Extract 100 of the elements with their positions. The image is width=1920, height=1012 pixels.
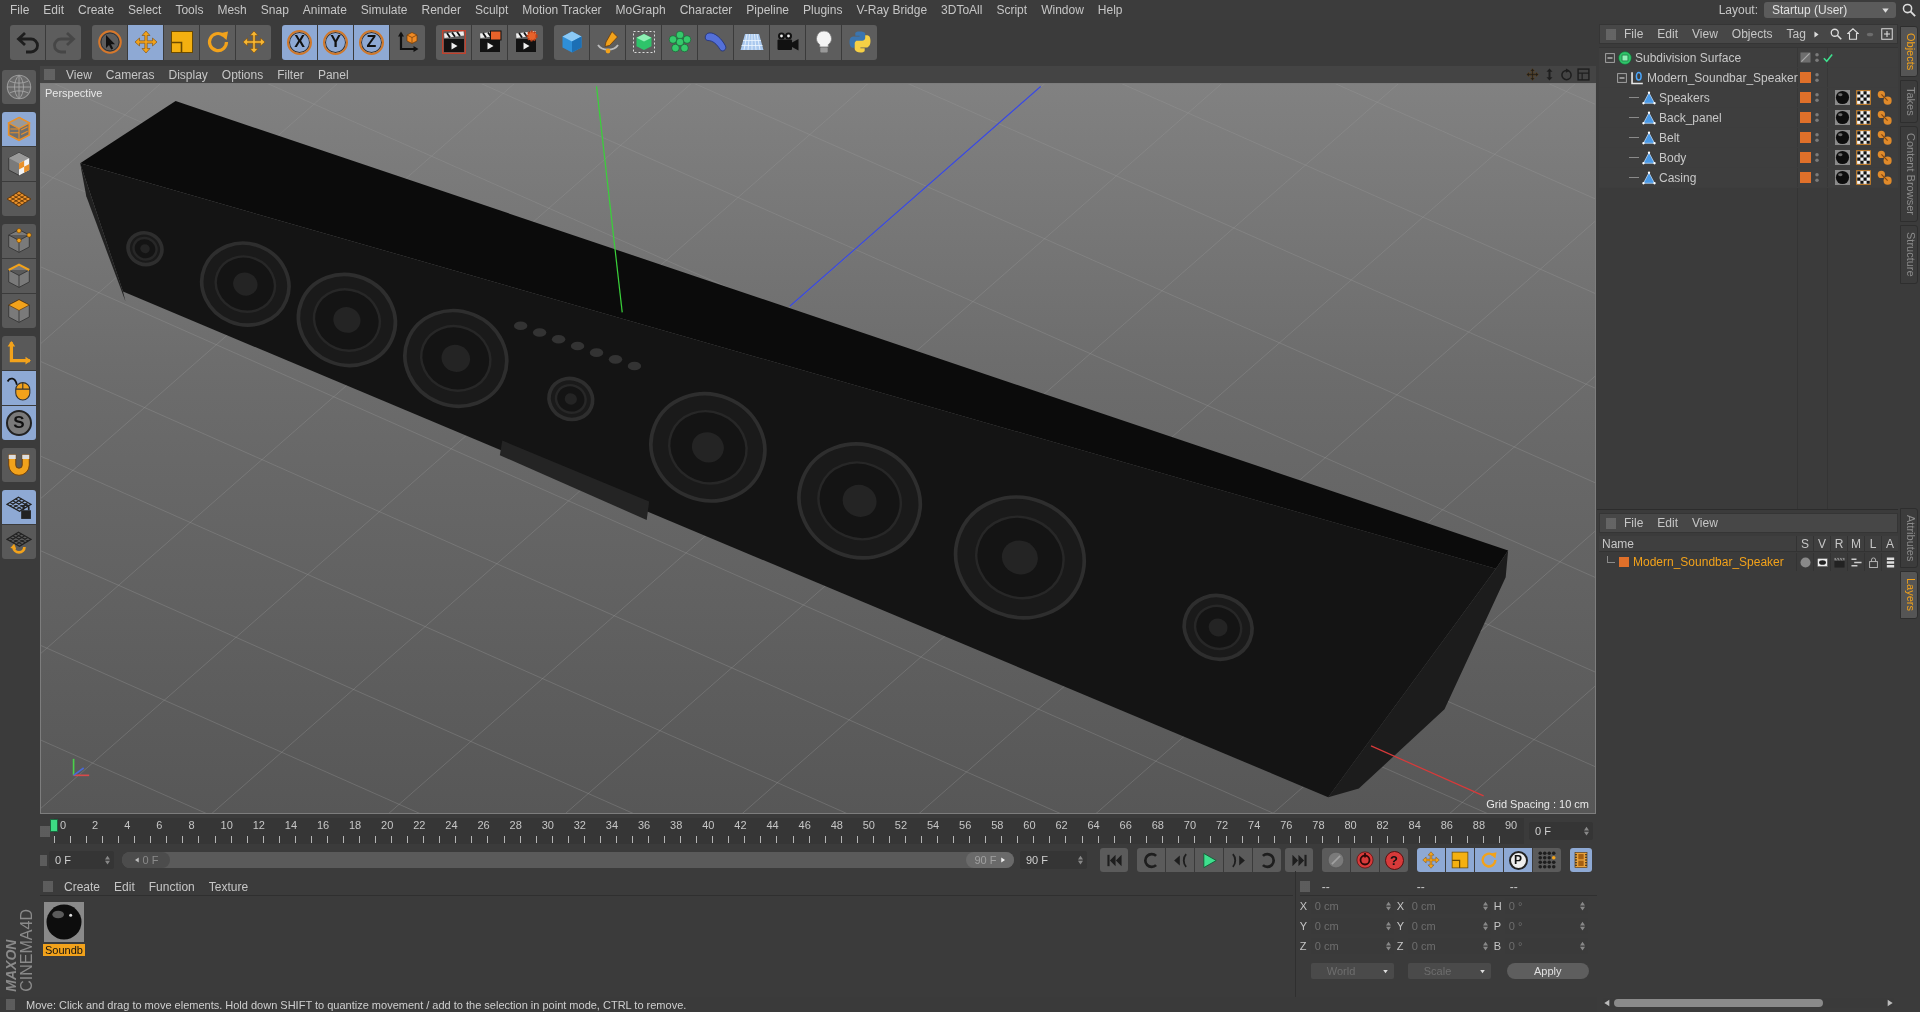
layer-color-swatch[interactable] — [1800, 72, 1811, 83]
layer-color-swatch[interactable] — [1800, 92, 1811, 103]
smoothing-tag-icon[interactable] — [1877, 110, 1892, 125]
no-layer-icon[interactable] — [1800, 52, 1811, 63]
layout-dropdown[interactable]: Startup (User) — [1764, 2, 1896, 18]
object-name[interactable]: Back_panel — [1659, 110, 1722, 125]
end-frame-field[interactable]: 90 F — [1020, 851, 1087, 869]
axis-mode-button[interactable] — [2, 336, 36, 370]
menu-item[interactable]: View — [59, 66, 99, 83]
light-button[interactable] — [806, 24, 841, 60]
go-to-end-button[interactable] — [1285, 848, 1313, 872]
menu-item[interactable]: Pipeline — [739, 2, 797, 18]
new-window-icon[interactable] — [1881, 28, 1893, 40]
grip-icon[interactable] — [40, 825, 50, 837]
collapse-box-icon[interactable] — [1617, 72, 1627, 83]
menu-item[interactable]: Display — [161, 66, 215, 83]
axis-lock-button[interactable]: Z — [354, 24, 389, 60]
next-key-button[interactable] — [1253, 848, 1281, 872]
side-tab[interactable]: Objects — [1900, 26, 1918, 78]
menu-item[interactable]: Panel — [310, 66, 356, 83]
subdivision-button[interactable] — [626, 24, 661, 60]
parameter-key-filter-button[interactable]: P — [1504, 848, 1532, 872]
layer-name[interactable]: Modern_Soundbar_Speaker — [1633, 555, 1784, 569]
collapse-box-icon[interactable] — [1605, 52, 1615, 63]
menu-item[interactable]: Tag — [1779, 26, 1813, 42]
grip-icon[interactable] — [40, 854, 47, 866]
object-name[interactable]: Modern_Soundbar_Speaker — [1647, 70, 1798, 85]
view-icon[interactable] — [1816, 556, 1828, 568]
layer-color-swatch[interactable] — [1800, 132, 1811, 143]
menu-item[interactable]: Character — [672, 2, 740, 18]
menu-item[interactable]: Edit — [107, 878, 142, 895]
menu-item[interactable]: Render — [414, 2, 468, 18]
play-button[interactable] — [1195, 848, 1223, 872]
checkmark-icon[interactable] — [1823, 52, 1833, 63]
grip-icon[interactable] — [1299, 881, 1310, 892]
render-view-button[interactable] — [436, 24, 471, 60]
layer-color-swatch[interactable] — [1800, 112, 1811, 123]
layer-color-swatch[interactable] — [1800, 172, 1811, 183]
animation-icon[interactable] — [1884, 556, 1896, 568]
render-clapper-icon[interactable] — [1833, 556, 1845, 568]
workplane-rotate-button[interactable] — [2, 525, 36, 559]
menu-item[interactable]: Texture — [201, 878, 256, 895]
material-label[interactable]: Soundb — [43, 944, 85, 956]
menu-item[interactable]: Edit — [1650, 515, 1686, 531]
menu-item[interactable]: File — [1617, 515, 1651, 531]
lock-icon[interactable] — [1867, 556, 1879, 568]
solo-dot-icon[interactable] — [1799, 556, 1811, 568]
points-mode-button[interactable] — [2, 224, 36, 258]
edges-mode-button[interactable] — [2, 259, 36, 293]
menu-item[interactable]: Plugins — [796, 2, 850, 18]
grip-icon[interactable] — [1606, 28, 1616, 40]
menu-item[interactable]: Motion Tracker — [515, 2, 609, 18]
scale-key-filter-button[interactable] — [1446, 848, 1474, 872]
spline-pen-button[interactable] — [590, 24, 625, 60]
autokey-button[interactable] — [1351, 848, 1379, 872]
texture-mode-button[interactable] — [2, 147, 36, 181]
menu-item[interactable]: Help — [1090, 2, 1130, 18]
grip-icon[interactable] — [6, 999, 15, 1010]
menu-item[interactable]: File — [1617, 26, 1651, 42]
recent-tool-button[interactable] — [236, 24, 271, 60]
rotate-tool-button[interactable] — [200, 24, 235, 60]
cube-object-button[interactable] — [554, 24, 589, 60]
menu-item[interactable]: View — [1685, 26, 1725, 42]
menu-item[interactable]: View — [1685, 515, 1725, 531]
axis-lock-button[interactable]: X — [282, 24, 317, 60]
smoothing-tag-icon[interactable] — [1877, 150, 1892, 165]
material-tag-icon[interactable] — [1835, 110, 1850, 125]
menu-item[interactable]: Function — [141, 878, 202, 895]
menu-item[interactable]: Mesh — [210, 2, 254, 18]
object-name[interactable]: Body — [1659, 150, 1687, 165]
material-ball-icon[interactable] — [44, 902, 84, 942]
object-name[interactable]: Belt — [1659, 130, 1680, 145]
layer-color-swatch[interactable] — [1800, 152, 1811, 163]
coordinate-system-button[interactable] — [390, 24, 425, 60]
menu-item[interactable]: Objects — [1724, 26, 1780, 42]
material-tag-icon[interactable] — [1835, 90, 1850, 105]
side-tab[interactable]: Structure — [1900, 225, 1918, 284]
render-settings-button[interactable] — [508, 24, 543, 60]
menu-item[interactable]: Animate — [295, 2, 354, 18]
checker-tag-icon[interactable] — [1856, 130, 1871, 145]
floor-button[interactable] — [734, 24, 769, 60]
keyframe-selection-button[interactable]: ? — [1380, 848, 1408, 872]
smoothing-tag-icon[interactable] — [1877, 130, 1892, 145]
smoothing-tag-icon[interactable] — [1877, 90, 1892, 105]
side-tab[interactable]: Content Browser — [1900, 126, 1918, 222]
checker-tag-icon[interactable] — [1856, 90, 1871, 105]
smoothing-tag-icon[interactable] — [1877, 170, 1892, 185]
menu-item[interactable]: 3DToAll — [934, 2, 990, 18]
menu-item[interactable]: Filter — [270, 66, 311, 83]
magnet-button[interactable] — [2, 448, 36, 482]
material-tag-icon[interactable] — [1835, 130, 1850, 145]
object-name[interactable]: Speakers — [1659, 90, 1710, 105]
timeline-button[interactable] — [1570, 848, 1592, 872]
snap-button[interactable]: S — [2, 406, 36, 440]
cloner-button[interactable] — [662, 24, 697, 60]
start-frame-field[interactable]: 0 F — [49, 851, 114, 869]
current-frame-field[interactable]: 0 F — [1529, 822, 1593, 840]
menu-item[interactable]: Edit — [1650, 26, 1686, 42]
grip-icon[interactable] — [43, 881, 53, 892]
menu-item[interactable]: V-Ray Bridge — [849, 2, 935, 18]
